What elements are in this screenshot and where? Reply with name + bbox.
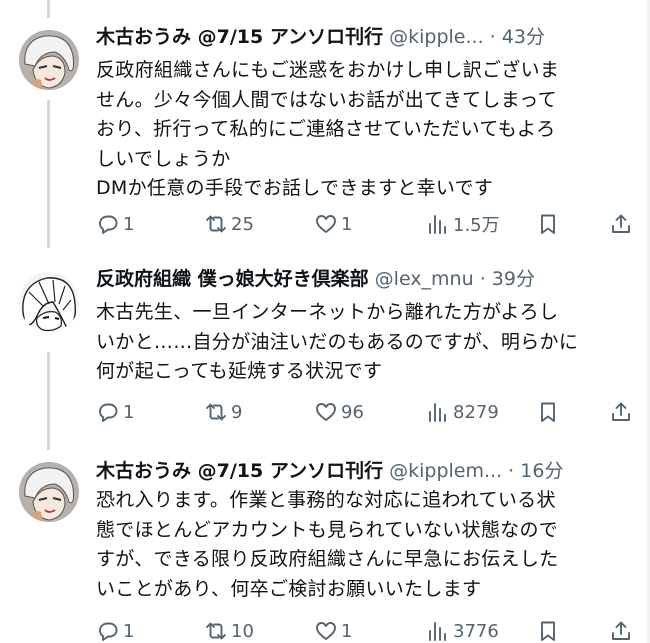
tweet-text-line: 反政府組織さんにもご迷惑をおかけし申し訳ございま: [96, 59, 560, 81]
avatar[interactable]: [19, 272, 79, 332]
like-button[interactable]: 1: [314, 209, 352, 239]
bookmark-button[interactable]: [536, 209, 560, 239]
views-button[interactable]: 8279: [426, 397, 499, 427]
tweet-actions: 1 10 1 3776: [96, 616, 636, 643]
display-name[interactable]: 木古おうみ @7/15 アンソロ刊行: [96, 26, 383, 48]
thread-connector-line: [47, 0, 50, 18]
tweet-text-line: 恐れ入ります。作業と事務的な対応に追われている状: [96, 489, 556, 511]
retweet-count: 9: [231, 401, 243, 423]
tweet-header: 反政府組織 僕っ娘大好き倶楽部 @lex_mnu · 39分: [96, 264, 630, 294]
reply-count: 1: [123, 620, 135, 642]
retweet-button[interactable]: 10: [204, 616, 254, 643]
tweet-text-line: すが、できる限り反政府組織さんに早急にお伝えした: [96, 548, 559, 570]
tweet-text-line: せん。少々今個人間ではないお話が出てきてしまって: [96, 88, 557, 111]
views-button[interactable]: 1.5万: [426, 209, 500, 239]
reply-button[interactable]: 1: [96, 397, 134, 427]
page-edge-shadow: [644, 0, 650, 643]
tweet-actions: 1 9 96 8279: [96, 397, 636, 427]
conversation-thread: 木古おうみ @7/15 アンソロ刊行 @kipple... · 43分 反政府組…: [0, 0, 650, 643]
tweet-text-line: 何が起こっても延焼する状況です: [96, 360, 383, 382]
tweet[interactable]: 反政府組織 僕っ娘大好き倶楽部 @lex_mnu · 39分 木古先生、一旦イン…: [0, 264, 650, 440]
retweet-button[interactable]: 9: [204, 397, 242, 427]
analytics-icon: [429, 403, 446, 422]
bookmark-icon: [541, 621, 555, 641]
separator-dot: ·: [508, 460, 515, 482]
display-name[interactable]: 反政府組織 僕っ娘大好き倶楽部: [96, 268, 369, 290]
like-button[interactable]: 1: [314, 616, 352, 643]
user-handle[interactable]: @kipplem...: [389, 460, 502, 482]
tweet[interactable]: 木古おうみ @7/15 アンソロ刊行 @kipplem... · 16分 恐れ入…: [0, 456, 650, 643]
tweet-text-line: 態でほとんどアカウントも見られていない状態なので: [96, 518, 559, 541]
retweet-count: 25: [231, 213, 254, 235]
like-button[interactable]: 96: [314, 397, 364, 427]
tweet-text: 木古先生、一旦インターネットから離れた方がよろし いかと……自分が油注いだのもあ…: [96, 298, 620, 387]
tweet-text: 恐れ入ります。作業と事務的な対応に追われている状 態でほとんどアカウントも見られ…: [96, 486, 620, 604]
reply-icon: [99, 215, 118, 234]
like-count: 1: [341, 620, 353, 642]
like-count: 96: [341, 401, 364, 423]
user-handle[interactable]: @kipple...: [389, 26, 484, 48]
tweet-header: 木古おうみ @7/15 アンソロ刊行 @kipplem... · 16分: [96, 456, 630, 486]
like-count: 1: [341, 213, 353, 235]
retweet-button[interactable]: 25: [204, 209, 254, 239]
bookmark-button[interactable]: [536, 616, 560, 643]
separator-dot: ·: [489, 26, 496, 48]
retweet-icon: [206, 403, 226, 421]
bookmark-icon: [541, 214, 555, 234]
timestamp[interactable]: 39分: [492, 268, 535, 290]
reply-count: 1: [123, 401, 135, 423]
retweet-count: 10: [231, 620, 254, 642]
reply-icon: [99, 403, 118, 422]
share-icon: [612, 214, 630, 233]
avatar[interactable]: [19, 30, 79, 90]
view-count: 1.5万: [453, 215, 500, 236]
tweet-actions: 1 25 1 1.5万: [96, 209, 636, 239]
reply-count: 1: [123, 213, 135, 235]
tweet-text-line: いかと……自分が油注いだのもあるのですが、明らかに: [96, 330, 579, 353]
view-count: 8279: [453, 401, 499, 423]
reply-button[interactable]: 1: [96, 616, 134, 643]
tweet-text-line: 木古先生、一旦インターネットから離れた方がよろし: [96, 301, 559, 323]
reply-button[interactable]: 1: [96, 209, 134, 239]
views-button[interactable]: 3776: [426, 616, 499, 643]
tweet-header: 木古おうみ @7/15 アンソロ刊行 @kipple... · 43分: [96, 22, 630, 52]
bookmark-button[interactable]: [536, 397, 560, 427]
display-name[interactable]: 木古おうみ @7/15 アンソロ刊行: [96, 460, 383, 482]
share-button[interactable]: [609, 209, 633, 239]
share-icon: [612, 621, 630, 640]
tweet[interactable]: 木古おうみ @7/15 アンソロ刊行 @kipple... · 43分 反政府組…: [0, 22, 650, 252]
reply-icon: [99, 622, 118, 641]
retweet-icon: [206, 215, 226, 233]
separator-dot: ·: [479, 268, 486, 290]
analytics-icon: [429, 215, 446, 234]
view-count: 3776: [453, 620, 499, 642]
timestamp[interactable]: 16分: [520, 460, 563, 482]
tweet-text-line: いことがあり、何卒ご検討お願いいたします: [96, 577, 482, 600]
tweet-text: 反政府組織さんにもご迷惑をおかけし申し訳ございま せん。少々今個人間ではないお話…: [96, 56, 620, 204]
heart-icon: [316, 622, 336, 640]
tweet-text-line: おり、折行って私的にご連絡させていただいてもよろ: [96, 118, 556, 140]
heart-icon: [316, 215, 336, 233]
share-icon: [612, 402, 630, 421]
retweet-icon: [206, 622, 226, 640]
user-handle[interactable]: @lex_mnu: [375, 268, 474, 290]
share-button[interactable]: [609, 397, 633, 427]
timestamp[interactable]: 43分: [502, 26, 545, 48]
avatar[interactable]: [19, 462, 79, 522]
tweet-text-line: しいでしょうか: [96, 147, 231, 170]
share-button[interactable]: [609, 616, 633, 643]
heart-icon: [316, 403, 336, 421]
tweet-text-line: DMか任意の手段でお話しできますと幸いです: [96, 177, 494, 199]
analytics-icon: [429, 622, 446, 641]
bookmark-icon: [541, 402, 555, 422]
